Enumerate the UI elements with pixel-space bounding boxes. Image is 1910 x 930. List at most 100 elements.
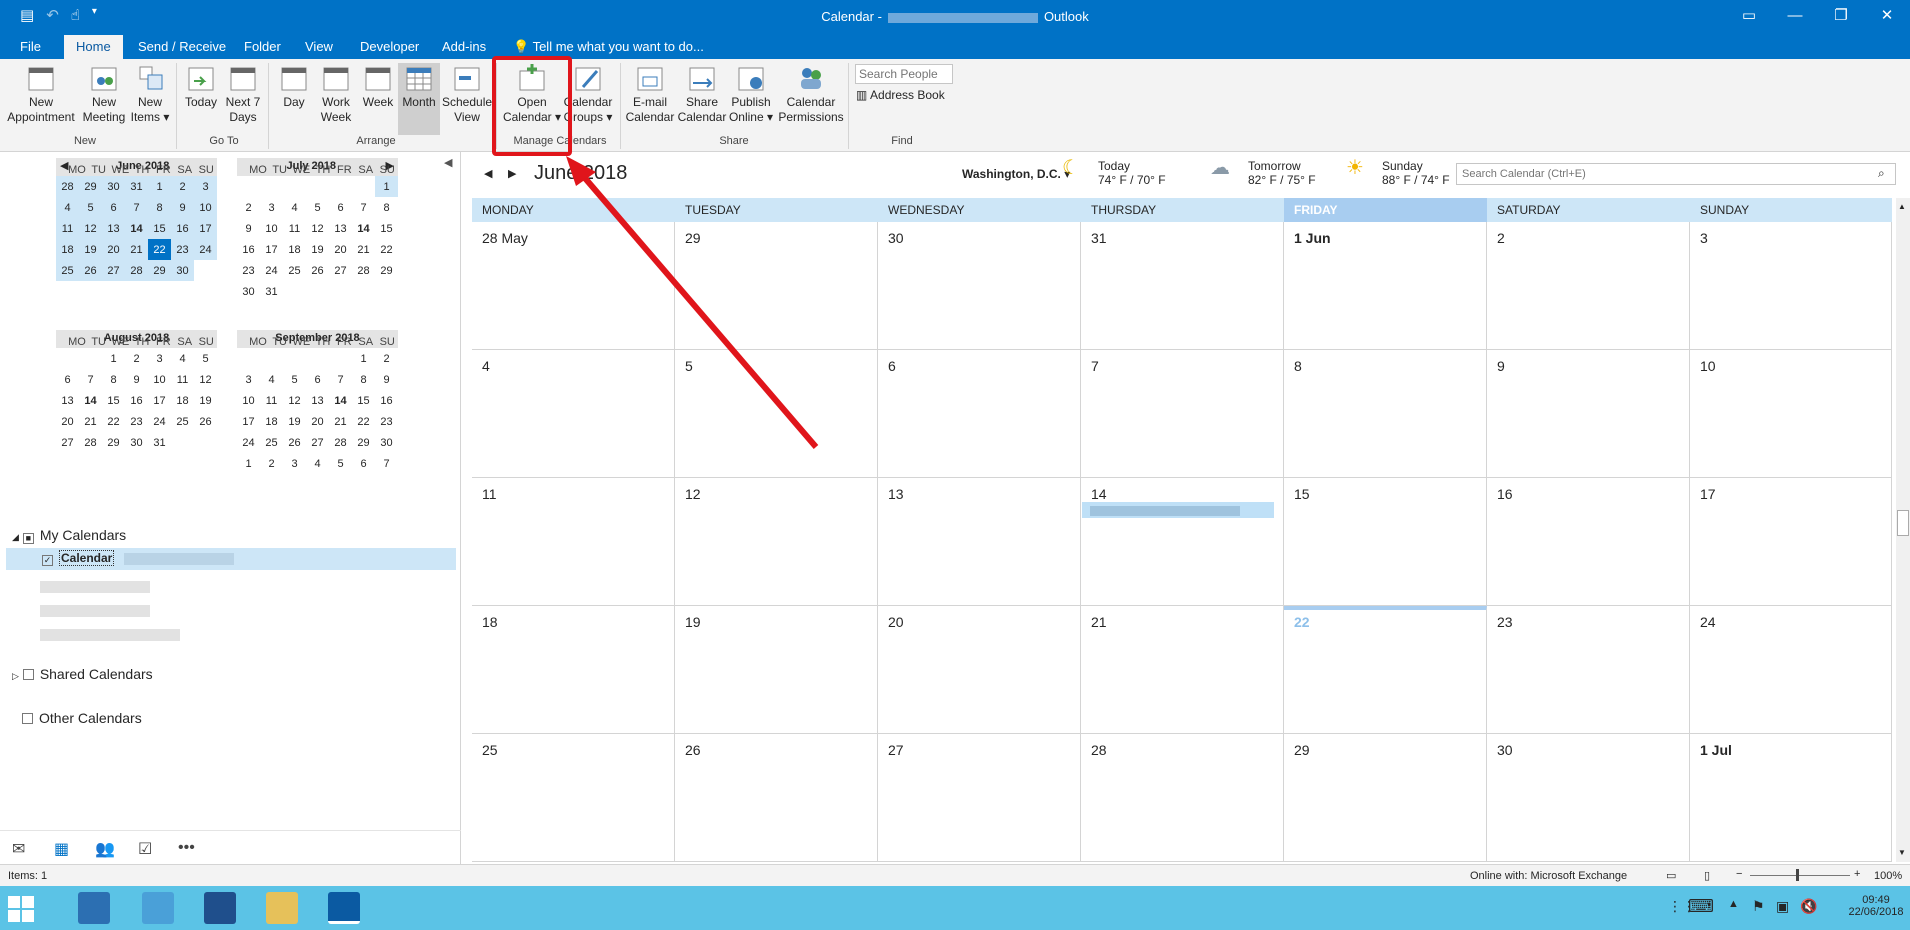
tab-developer[interactable]: Developer xyxy=(360,39,419,54)
day-cell[interactable]: 5 xyxy=(675,350,878,478)
day-cell[interactable]: 9 xyxy=(1487,350,1690,478)
weather-location[interactable]: Washington, D.C. ▾ xyxy=(962,167,1070,181)
close-button[interactable]: ✕ xyxy=(1864,0,1910,34)
calendar-checkbox[interactable]: ✓ xyxy=(42,555,53,566)
calendar-permissions-button[interactable]: Calendar Permissions xyxy=(776,63,846,125)
outlook-taskbar-icon[interactable] xyxy=(328,892,360,924)
group-checkbox[interactable] xyxy=(22,669,34,680)
today-button[interactable]: Today xyxy=(180,63,222,110)
scroll-down-icon[interactable]: ▼ xyxy=(1898,848,1906,857)
restore-button[interactable]: ❐ xyxy=(1818,0,1864,34)
tell-me-box[interactable]: 💡 Tell me what you want to do... xyxy=(513,39,704,55)
reading-view-icon[interactable]: ▯ xyxy=(1704,869,1710,882)
tab-add-ins[interactable]: Add-ins xyxy=(442,39,486,54)
zoom-slider-thumb[interactable] xyxy=(1796,869,1799,881)
tab-send-receive[interactable]: Send / Receive xyxy=(138,39,226,54)
vertical-scrollbar[interactable]: ▲ ▼ xyxy=(1896,198,1910,862)
more-icon[interactable]: ••• xyxy=(178,839,195,857)
zoom-out-icon[interactable]: − xyxy=(1736,868,1742,880)
day-cell[interactable]: 7 xyxy=(1081,350,1284,478)
day-cell[interactable]: 28 May xyxy=(472,222,675,350)
my-calendars-group[interactable]: ◢ ■ My Calendars xyxy=(12,527,126,544)
expand-icon[interactable]: ▷ xyxy=(12,671,19,681)
next-month-arrow-icon[interactable]: ▶ xyxy=(508,167,516,180)
day-cell[interactable]: 4 xyxy=(472,350,675,478)
day-cell[interactable]: 6 xyxy=(878,350,1081,478)
calendar-search-input[interactable] xyxy=(1456,163,1896,185)
prev-month-arrow-icon[interactable]: ◀ xyxy=(484,167,492,180)
day-cell[interactable]: 12 xyxy=(675,478,878,606)
new-items-button[interactable]: New Items ▾ xyxy=(128,63,172,125)
other-calendars-group[interactable]: Other Calendars xyxy=(22,710,142,726)
calendar-folder-item[interactable]: ✓ Calendar xyxy=(6,548,456,570)
tray-expand-icon[interactable]: ▲ xyxy=(1728,898,1739,910)
tab-file[interactable]: File xyxy=(20,39,41,54)
network-status-icon[interactable]: ▣ xyxy=(1776,898,1789,915)
day-cell[interactable]: 29 xyxy=(675,222,878,350)
day-cell[interactable]: 16 xyxy=(1487,478,1690,606)
day-cell[interactable]: 18 xyxy=(472,606,675,734)
day-cell[interactable]: 2 xyxy=(1487,222,1690,350)
group-checkbox[interactable]: ■ xyxy=(22,533,34,544)
file-explorer-icon[interactable] xyxy=(266,892,298,924)
action-center-flag-icon[interactable]: ⚑ xyxy=(1752,898,1765,915)
powershell-icon[interactable] xyxy=(204,892,236,924)
redacted-calendar-item[interactable] xyxy=(40,626,180,642)
day-cell[interactable]: 3 xyxy=(1690,222,1892,350)
day-cell[interactable]: 21 xyxy=(1081,606,1284,734)
volume-muted-icon[interactable]: 🔇 xyxy=(1800,898,1817,915)
day-cell[interactable]: 8 xyxy=(1284,350,1487,478)
people-icon[interactable]: 👥 xyxy=(95,839,115,859)
shared-calendars-group[interactable]: ▷ Shared Calendars xyxy=(12,666,153,682)
day-cell[interactable]: 25 xyxy=(472,734,675,862)
new-appointment-button[interactable]: New Appointment xyxy=(6,63,76,125)
day-cell[interactable]: 31 xyxy=(1081,222,1284,350)
day-cell[interactable]: 26 xyxy=(675,734,878,862)
week-view-button[interactable]: Week xyxy=(358,63,398,110)
redacted-calendar-item[interactable] xyxy=(40,578,150,594)
work-week-view-button[interactable]: Work Week xyxy=(316,63,356,125)
search-people-input[interactable] xyxy=(855,64,953,84)
minimize-button[interactable]: — xyxy=(1772,0,1818,34)
day-view-button[interactable]: Day xyxy=(274,63,314,110)
day-cell[interactable]: 15 xyxy=(1284,478,1487,606)
collapse-pane-icon[interactable]: ◀ xyxy=(444,156,452,169)
keyboard-icon[interactable]: ⌨ xyxy=(1688,896,1714,917)
day-cell[interactable]: 17 xyxy=(1690,478,1892,606)
tab-folder[interactable]: Folder xyxy=(244,39,281,54)
month-view-button[interactable]: Month xyxy=(398,63,440,135)
day-cell[interactable]: 13 xyxy=(878,478,1081,606)
schedule-view-button[interactable]: Schedule View xyxy=(442,63,492,125)
day-cell[interactable]: 27 xyxy=(878,734,1081,862)
server-manager-icon[interactable] xyxy=(78,892,110,924)
group-checkbox[interactable] xyxy=(22,713,33,724)
day-cell[interactable]: 30 xyxy=(1487,734,1690,862)
next-7-days-button[interactable]: Next 7 Days xyxy=(222,63,264,125)
explorer-icon[interactable] xyxy=(142,892,174,924)
day-cell[interactable]: 19 xyxy=(675,606,878,734)
day-cell[interactable]: 23 xyxy=(1487,606,1690,734)
zoom-level[interactable]: 100% xyxy=(1874,870,1902,882)
tab-home[interactable]: Home xyxy=(64,35,123,59)
day-cell[interactable]: 14 xyxy=(1081,478,1284,606)
day-cell[interactable]: 28 xyxy=(1081,734,1284,862)
publish-online-button[interactable]: Publish Online ▾ xyxy=(728,63,774,125)
day-cell[interactable]: 30 xyxy=(878,222,1081,350)
address-book-button[interactable]: ▥ Address Book xyxy=(856,88,945,102)
day-cell[interactable]: 1 Jun xyxy=(1284,222,1487,350)
day-cell[interactable]: 10 xyxy=(1690,350,1892,478)
day-cell[interactable]: 11 xyxy=(472,478,675,606)
windows-start-icon[interactable] xyxy=(8,896,34,922)
calendar-nav-icon[interactable]: ▦ xyxy=(54,839,69,859)
tasks-icon[interactable]: ☑ xyxy=(138,839,152,859)
collapse-icon[interactable]: ◢ xyxy=(12,532,19,542)
zoom-slider[interactable] xyxy=(1750,875,1850,876)
share-calendar-button[interactable]: Share Calendar xyxy=(676,63,728,125)
scroll-up-icon[interactable]: ▲ xyxy=(1898,202,1906,211)
redacted-calendar-item[interactable] xyxy=(40,602,150,618)
day-cell[interactable]: 22 xyxy=(1284,606,1487,734)
normal-view-icon[interactable]: ▭ xyxy=(1666,869,1676,882)
day-cell[interactable]: 1 Jul xyxy=(1690,734,1892,862)
day-cell[interactable]: 20 xyxy=(878,606,1081,734)
day-cell[interactable]: 24 xyxy=(1690,606,1892,734)
